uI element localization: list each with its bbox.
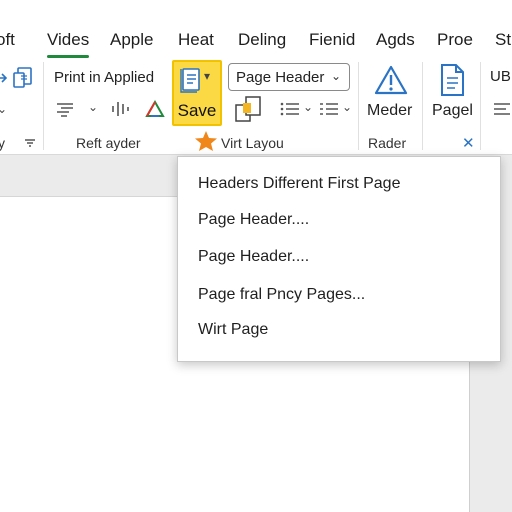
separator [422,62,423,150]
save-button[interactable]: ▾ Save [172,60,222,126]
warning-triangle-icon[interactable] [373,64,409,96]
ribbon: ⌄ y Print in Applied ⌄ Reft ayder ▾ Save… [0,58,512,155]
header-dropdown-menu: Headers Different First Page Page Header… [177,156,501,362]
align-lines-icon[interactable] [492,101,512,117]
tab-apple[interactable]: Apple [110,30,153,50]
menu-item-page-header-2[interactable]: Page Header.... [198,248,309,266]
chevron-down-icon: ▾ [204,69,211,83]
tab-heat[interactable]: Heat [178,30,214,50]
group-label-left: y [0,135,5,151]
ribbon-tab-bar: oft Vides Apple Heat Deling Fienid Agds … [0,0,512,58]
chevron-down-icon: ⌄ [330,69,341,83]
save-label: Save [177,101,217,120]
group-label-rader: Rader [368,135,407,151]
group-label-virt-layou: Virt Layou [221,135,284,151]
tab-fienid[interactable]: Fienid [309,30,355,50]
menu-item-headers-different-first-page[interactable]: Headers Different First Page [198,175,400,193]
separator [358,62,359,150]
color-triangle-icon[interactable] [145,100,165,118]
close-icon[interactable]: ✕ [462,134,475,152]
chevron-down-icon[interactable]: ⌄ [0,102,7,116]
menu-item-page-fral-pncy-pages[interactable]: Page fral Pncy Pages... [198,286,365,304]
align-lines-icon[interactable] [55,101,77,117]
pagel-button[interactable]: Pagel [432,102,473,120]
menu-item-wirt-page[interactable]: Wirt Page [198,321,268,339]
menu-item-page-header[interactable]: Page Header.... [198,211,309,229]
chevron-down-icon[interactable]: ⌄ [303,100,313,114]
duplicate-pages-icon[interactable] [234,95,268,123]
document-list-icon [180,68,200,93]
separator [43,62,44,150]
chevron-down-icon[interactable]: ⌄ [88,100,98,114]
tab-oft[interactable]: oft [0,30,15,50]
tab-deling[interactable]: Deling [238,30,286,50]
page-header-select-value: Page Header [236,69,325,86]
group-label-reft-ayder: Reft ayder [76,135,141,151]
print-in-applied-button[interactable]: Print in Applied [54,69,154,86]
tab-st[interactable]: St [495,30,511,50]
numbered-list-icon[interactable] [319,101,339,117]
page-header-select[interactable]: Page Header ⌄ [228,63,350,91]
arrow-icon[interactable] [0,70,10,86]
document-icon[interactable] [437,63,467,97]
bullet-list-icon[interactable] [280,101,300,117]
star-icon [195,131,217,151]
vertical-bars-icon[interactable] [110,100,132,118]
tab-proe[interactable]: Proe [437,30,473,50]
meder-button[interactable]: Meder [367,102,412,120]
filter-icon[interactable] [24,138,36,148]
copy-icon[interactable] [12,66,34,90]
tab-vides[interactable]: Vides [47,30,90,58]
tab-agds[interactable]: Agds [376,30,415,50]
chevron-down-icon[interactable]: ⌄ [342,100,352,114]
separator [480,62,481,150]
ub-button[interactable]: UB [490,68,511,85]
